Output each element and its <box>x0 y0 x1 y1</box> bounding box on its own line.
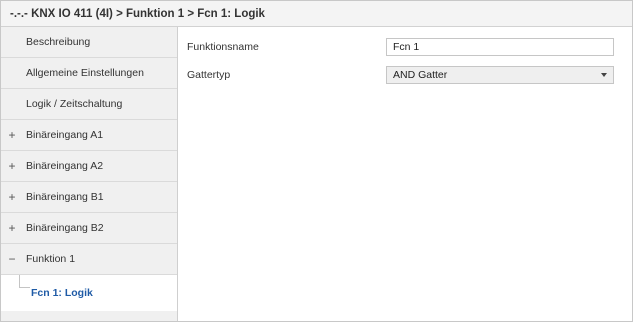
sidebar-item-allgemeine-einstellungen[interactable]: Allgemeine Einstellungen <box>1 58 177 89</box>
parameter-panel: Funktionsname Gattertyp AND Gatter <box>178 27 632 321</box>
function-name-row: Funktionsname <box>178 36 632 58</box>
sidebar-item-binaereingang-a1[interactable]: + Binäreingang A1 <box>1 120 177 151</box>
sidebar-item-label: Allgemeine Einstellungen <box>26 67 144 79</box>
expand-icon[interactable]: + <box>7 159 17 173</box>
sidebar-item-binaereingang-b2[interactable]: + Binäreingang B2 <box>1 213 177 244</box>
sidebar-item-label: Binäreingang B1 <box>26 191 104 203</box>
sidebar: Beschreibung Allgemeine Einstellungen Lo… <box>1 27 178 321</box>
function-name-label: Funktionsname <box>187 41 259 53</box>
sidebar-item-binaereingang-a2[interactable]: + Binäreingang A2 <box>1 151 177 182</box>
sidebar-item-funktion-1[interactable]: − Funktion 1 <box>1 244 177 275</box>
function-name-field[interactable] <box>386 38 614 56</box>
gate-type-value: AND Gatter <box>393 69 448 81</box>
sidebar-item-label: Beschreibung <box>26 36 91 48</box>
gate-type-label: Gattertyp <box>187 69 231 81</box>
chevron-down-icon <box>601 73 607 77</box>
sidebar-item-beschreibung[interactable]: Beschreibung <box>1 27 177 58</box>
gate-type-row: Gattertyp AND Gatter <box>178 64 632 86</box>
sidebar-item-label: Binäreingang A2 <box>26 160 104 172</box>
breadcrumb: -.-.- KNX IO 411 (4I) > Funktion 1 > Fcn… <box>10 7 265 20</box>
expand-icon[interactable]: + <box>7 128 17 142</box>
sidebar-item-binaereingang-b1[interactable]: + Binäreingang B1 <box>1 182 177 213</box>
sidebar-item-label: Binäreingang B2 <box>26 222 104 234</box>
sidebar-item-logik-zeitschaltung[interactable]: Logik / Zeitschaltung <box>1 89 177 120</box>
expand-icon[interactable]: + <box>7 221 17 235</box>
sidebar-item-label: Binäreingang A1 <box>26 129 104 141</box>
sidebar-item-label: Logik / Zeitschaltung <box>26 98 123 110</box>
title-bar: -.-.- KNX IO 411 (4I) > Funktion 1 > Fcn… <box>1 1 632 27</box>
sidebar-item-fcn-1-logik[interactable]: Fcn 1: Logik <box>1 275 177 311</box>
tree-connector <box>19 275 30 288</box>
sidebar-item-label: Funktion 1 <box>26 253 76 265</box>
collapse-icon[interactable]: − <box>7 252 17 266</box>
sidebar-item-label: Fcn 1: Logik <box>31 287 93 299</box>
expand-icon[interactable]: + <box>7 190 17 204</box>
gate-type-select[interactable]: AND Gatter <box>386 66 614 84</box>
parameter-window: -.-.- KNX IO 411 (4I) > Funktion 1 > Fcn… <box>0 0 633 322</box>
